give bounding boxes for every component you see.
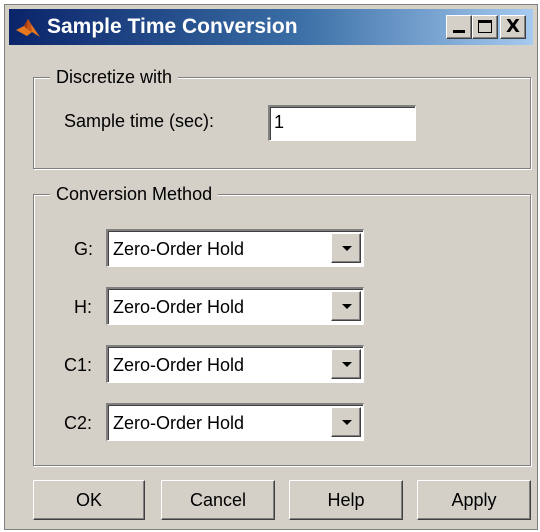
title-bar[interactable]: Sample Time Conversion X [9, 9, 533, 45]
minimize-button[interactable] [446, 15, 472, 39]
dropdown-button[interactable] [331, 349, 361, 379]
maximize-icon [478, 20, 492, 33]
chevron-down-icon [342, 362, 352, 367]
matlab-logo-icon [15, 15, 41, 39]
dropdown-button[interactable] [331, 291, 361, 321]
sample-time-label: Sample time (sec): [64, 111, 215, 131]
conversion-select-g[interactable]: Zero-Order Hold [106, 229, 364, 267]
row-label-c2: C2: [64, 413, 93, 433]
ok-button[interactable]: OK [33, 480, 145, 520]
close-icon: X [506, 16, 520, 37]
conversion-select-c1[interactable]: Zero-Order Hold [106, 345, 364, 383]
conversion-select-h[interactable]: Zero-Order Hold [106, 287, 364, 325]
help-button[interactable]: Help [289, 480, 403, 520]
select-value: Zero-Order Hold [113, 355, 245, 375]
row-label-h: H: [74, 297, 92, 317]
row-label-g: G: [74, 239, 94, 259]
conversion-method-group-label: Conversion Method [50, 183, 219, 205]
select-value: Zero-Order Hold [113, 297, 245, 317]
discretize-group-label: Discretize with [50, 66, 179, 88]
chevron-down-icon [342, 246, 352, 251]
apply-button[interactable]: Apply [417, 480, 531, 520]
conversion-method-group: Conversion Method G: Zero-Order Hold H: … [33, 183, 531, 466]
select-value: Zero-Order Hold [113, 413, 245, 433]
chevron-down-icon [342, 420, 352, 425]
dropdown-button[interactable] [331, 407, 361, 437]
maximize-button[interactable] [472, 15, 498, 39]
dropdown-button[interactable] [331, 233, 361, 263]
select-value: Zero-Order Hold [113, 239, 245, 259]
minimize-icon [453, 30, 465, 33]
discretize-group: Discretize with Sample time (sec): 1 [33, 66, 531, 169]
conversion-select-c2[interactable]: Zero-Order Hold [106, 403, 364, 441]
row-label-c1: C1: [64, 355, 93, 375]
sample-time-input[interactable]: 1 [268, 105, 416, 141]
dialog-window: Sample Time Conversion X Discretize with… [4, 4, 538, 530]
window-title: Sample Time Conversion [47, 15, 298, 38]
cancel-button[interactable]: Cancel [161, 480, 275, 520]
chevron-down-icon [342, 304, 352, 309]
close-button[interactable]: X [500, 15, 526, 39]
